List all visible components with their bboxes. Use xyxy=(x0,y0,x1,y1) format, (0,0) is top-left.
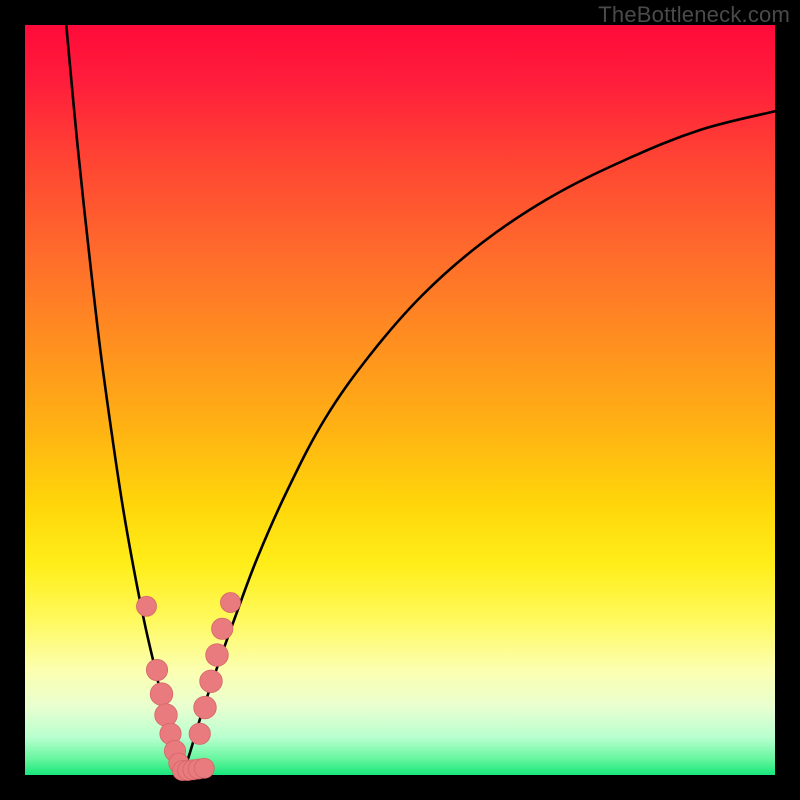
chart-svg xyxy=(25,25,775,775)
data-dot xyxy=(194,696,217,719)
data-dot xyxy=(220,592,240,612)
data-dot xyxy=(212,618,233,639)
data-dot xyxy=(136,596,156,616)
data-dot xyxy=(194,758,214,778)
data-dot xyxy=(155,704,178,727)
data-dot xyxy=(189,723,210,744)
data-dots xyxy=(136,592,240,780)
data-dot xyxy=(150,683,173,706)
chart-frame: TheBottleneck.com xyxy=(0,0,800,800)
right-branch-curve xyxy=(183,111,776,775)
data-dot xyxy=(146,659,167,680)
data-dot xyxy=(206,644,229,667)
plot-area xyxy=(25,25,775,775)
data-dot xyxy=(200,670,223,693)
